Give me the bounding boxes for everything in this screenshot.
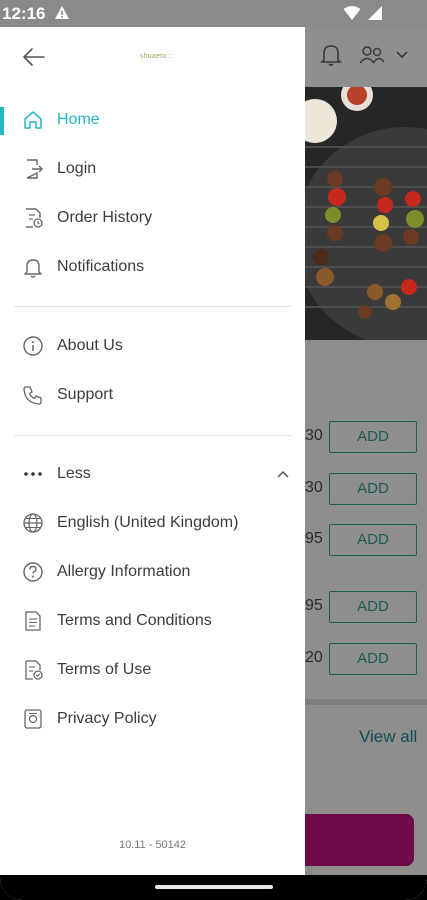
home-icon bbox=[22, 109, 44, 131]
drawer-item-allergy-information[interactable]: Allergy Information bbox=[0, 553, 305, 593]
add-button[interactable]: ADD bbox=[329, 421, 417, 453]
system-navigation-bar bbox=[0, 875, 427, 900]
globe-icon bbox=[22, 512, 44, 534]
status-time: 12:16 bbox=[2, 4, 46, 23]
add-button[interactable]: ADD bbox=[329, 643, 417, 675]
phone-icon bbox=[22, 384, 44, 406]
drawer-header: shuaeto :: bbox=[0, 27, 305, 89]
document-icon bbox=[22, 610, 44, 632]
drawer-item-label: Support bbox=[57, 386, 114, 403]
menu-item-row: 30 ADD bbox=[305, 421, 427, 453]
info-icon bbox=[22, 335, 44, 357]
drawer-item-about-us[interactable]: About Us bbox=[0, 327, 305, 367]
view-all-link[interactable]: View all bbox=[359, 727, 417, 747]
drawer-item-order-history[interactable]: Order History bbox=[0, 199, 305, 239]
drawer-item-terms-of-use[interactable]: Terms of Use bbox=[0, 651, 305, 691]
hero-image bbox=[305, 87, 427, 340]
order-history-icon bbox=[22, 207, 44, 229]
home-gesture-handle[interactable] bbox=[155, 885, 273, 889]
menu-item-row: 95 ADD bbox=[305, 591, 427, 623]
drawer-item-label: Order History bbox=[57, 209, 153, 226]
drawer-item-label: Less bbox=[57, 465, 91, 482]
add-button[interactable]: ADD bbox=[329, 591, 417, 623]
bell-icon[interactable] bbox=[318, 41, 344, 67]
wifi-icon bbox=[343, 5, 361, 21]
drawer-item-support[interactable]: Support bbox=[0, 376, 305, 416]
drawer-item-terms-and-conditions[interactable]: Terms and Conditions bbox=[0, 602, 305, 642]
people-icon[interactable] bbox=[358, 45, 386, 65]
drawer-divider bbox=[14, 435, 292, 436]
drawer-item-label: Login bbox=[57, 160, 97, 177]
drawer-item-label: About Us bbox=[57, 337, 123, 354]
privacy-icon bbox=[22, 708, 44, 730]
app-version: 10.11 - 50142 bbox=[118, 839, 187, 851]
chevron-up-icon bbox=[276, 469, 290, 479]
signal-icon bbox=[367, 5, 383, 21]
menu-item-row: 30 ADD bbox=[305, 473, 427, 505]
warning-icon bbox=[54, 5, 70, 21]
drawer-divider bbox=[14, 306, 292, 307]
drawer-item-label: Privacy Policy bbox=[57, 710, 157, 727]
navigation-drawer: shuaeto :: Home Login Order History Noti… bbox=[0, 27, 305, 875]
active-indicator bbox=[0, 107, 4, 135]
drawer-item-home[interactable]: Home bbox=[0, 101, 305, 141]
drawer-item-label: Terms and Conditions bbox=[57, 612, 212, 629]
add-button[interactable]: ADD bbox=[329, 473, 417, 505]
drawer-item-label: Notifications bbox=[57, 258, 145, 275]
login-icon bbox=[22, 158, 44, 180]
price-text: 95 bbox=[305, 530, 323, 547]
document-check-icon bbox=[22, 659, 44, 681]
question-icon bbox=[22, 561, 44, 583]
checkout-button[interactable] bbox=[305, 814, 414, 866]
drawer-item-label: Terms of Use bbox=[57, 661, 152, 678]
arrow-left-icon[interactable] bbox=[22, 47, 46, 67]
bell-icon bbox=[22, 256, 44, 278]
phone-screen: 12:16 30 ADD 30 ADD 95 ADD 95 ADD 20 ADD… bbox=[0, 0, 427, 900]
section-divider bbox=[305, 699, 427, 705]
drawer-item-privacy-policy[interactable]: Privacy Policy bbox=[0, 700, 305, 740]
menu-item-row: 20 ADD bbox=[305, 643, 427, 675]
status-bar: 12:16 bbox=[0, 0, 427, 27]
drawer-item-notifications[interactable]: Notifications bbox=[0, 248, 305, 288]
drawer-item-label: Home bbox=[57, 111, 100, 128]
price-text: 95 bbox=[305, 597, 323, 614]
price-text: 30 bbox=[305, 479, 323, 496]
more-dots-icon bbox=[22, 463, 44, 485]
brand-logo: shuaeto :: bbox=[140, 53, 173, 60]
price-text: 20 bbox=[305, 649, 323, 666]
menu-item-row: 95 ADD bbox=[305, 524, 427, 556]
drawer-item-login[interactable]: Login bbox=[0, 150, 305, 190]
drawer-item-label: English (United Kingdom) bbox=[57, 514, 239, 531]
price-text: 30 bbox=[305, 427, 323, 444]
add-button[interactable]: ADD bbox=[329, 524, 417, 556]
chevron-down-icon[interactable] bbox=[396, 51, 408, 59]
drawer-item-less[interactable]: Less bbox=[0, 455, 305, 495]
drawer-item-language[interactable]: English (United Kingdom) bbox=[0, 504, 305, 544]
drawer-item-label: Allergy Information bbox=[57, 563, 191, 580]
